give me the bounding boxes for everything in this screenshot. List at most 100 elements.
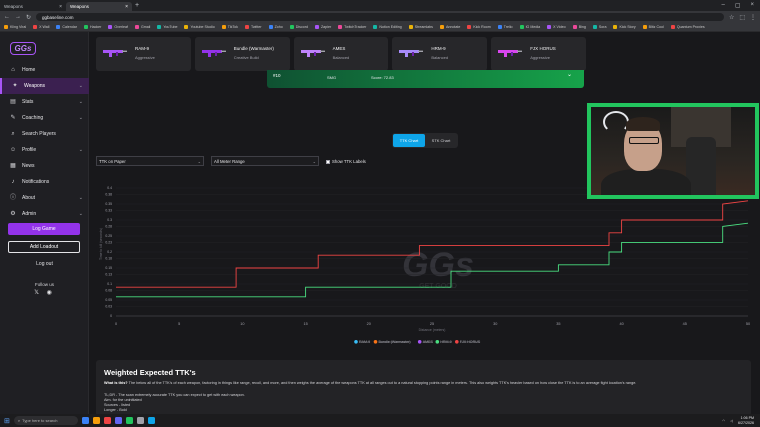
weapon-type: Aggressive bbox=[530, 55, 550, 60]
legend-swatch bbox=[435, 340, 440, 344]
x-tick-label: 10 bbox=[240, 322, 244, 326]
sidebar-item-stats[interactable]: ▤ Stats ⌄ bbox=[0, 94, 89, 110]
bookmark-item[interactable]: Bing bbox=[572, 25, 586, 29]
taskview-icon[interactable] bbox=[81, 417, 89, 424]
explorer-icon[interactable] bbox=[92, 417, 100, 424]
logout-link[interactable]: Log out bbox=[0, 261, 89, 267]
bookmark-item[interactable]: X Video bbox=[547, 25, 566, 29]
wifi-icon[interactable]: ◠ bbox=[722, 419, 725, 423]
weapon-card[interactable]: HRM-9 Balanced bbox=[392, 37, 488, 71]
chevron-down-icon: ⌄ bbox=[78, 147, 83, 153]
bookmark-item[interactable]: Streamlabs bbox=[408, 25, 433, 29]
taskbar-search[interactable]: ⌕ Type here to search bbox=[13, 416, 78, 425]
bookmark-item[interactable]: Youtube Studio bbox=[184, 25, 215, 29]
spotify-icon[interactable] bbox=[125, 417, 133, 424]
volume-icon[interactable]: ◁ bbox=[730, 419, 733, 423]
bookmark-item[interactable]: Overleaf bbox=[108, 25, 128, 29]
bookmark-label: Quantum Proxies bbox=[676, 25, 705, 29]
sidebar-item-about[interactable]: ⓘ About ⌄ bbox=[0, 190, 89, 206]
star-icon[interactable]: ☆ bbox=[729, 14, 734, 21]
bookmark-item[interactable]: Annotate bbox=[439, 25, 460, 29]
sidebar-item-weapons[interactable]: ✦ Weapons ⌄ bbox=[0, 78, 89, 94]
maximize-icon[interactable]: ▢ bbox=[735, 2, 741, 9]
bookmark-item[interactable]: Gmail bbox=[134, 25, 150, 29]
x-tick-label: 45 bbox=[683, 322, 687, 326]
bookmark-icon bbox=[314, 25, 319, 29]
extensions-icon[interactable]: ⬚ bbox=[739, 14, 745, 21]
bookmark-item[interactable]: Kick Story bbox=[613, 25, 636, 29]
bookmark-item[interactable]: Discord bbox=[289, 25, 308, 29]
range-select[interactable]: All Meter Range ⌄ bbox=[211, 156, 319, 166]
sidebar-item-home[interactable]: ⌂ Home bbox=[0, 62, 89, 78]
bookmark-item[interactable]: Trello bbox=[497, 25, 513, 29]
close-window-icon[interactable]: × bbox=[750, 2, 754, 9]
sidebar-item-coaching[interactable]: ✎ Coaching ⌄ bbox=[0, 110, 89, 126]
clock[interactable]: 1:06 PM 6/27/2026 bbox=[738, 416, 754, 425]
bookmark-item[interactable]: Twitter bbox=[244, 25, 262, 29]
reload-icon[interactable]: ↻ bbox=[26, 14, 31, 21]
weapon-card[interactable]: RAM-9 Aggressive bbox=[96, 37, 191, 71]
site-logo[interactable]: GGs bbox=[10, 42, 36, 55]
ttk-chart-tab[interactable]: TTK Chart bbox=[393, 134, 425, 147]
sidebar-item-admin[interactable]: ⚙ Admin ⌄ bbox=[0, 206, 89, 222]
bookmark-item[interactable]: X Wall bbox=[33, 25, 49, 29]
range-value: All Meter Range bbox=[214, 158, 245, 164]
bookmark-item[interactable]: Kick Room bbox=[467, 25, 491, 29]
bookmark-item[interactable]: IG Media bbox=[519, 25, 540, 29]
close-icon[interactable]: × bbox=[59, 4, 62, 10]
stk-chart-tab[interactable]: STK Chart bbox=[425, 134, 457, 147]
obs-icon[interactable] bbox=[136, 417, 144, 424]
weapon-card[interactable]: AMES Balanced bbox=[293, 37, 389, 71]
bookmark-item[interactable]: Hacker bbox=[83, 25, 101, 29]
weapon-icon: ✦ bbox=[12, 83, 18, 89]
log-game-button[interactable]: Log Game bbox=[8, 223, 80, 235]
weapon-card[interactable]: FJX HORUS Aggressive bbox=[491, 37, 586, 71]
sidebar-item-profile[interactable]: ☺ Profile ⌄ bbox=[0, 142, 89, 158]
menu-icon[interactable]: ⋮ bbox=[750, 14, 756, 21]
browser-tab[interactable]: Weapons × bbox=[0, 2, 66, 11]
windows-start-icon[interactable]: ⊞ bbox=[4, 417, 10, 425]
bookmark-item[interactable]: TikTok bbox=[221, 25, 238, 29]
chevron-down-icon[interactable]: ⌄ bbox=[567, 71, 572, 78]
ttk-type-select[interactable]: TTK on Paper ⌄ bbox=[96, 156, 204, 166]
chevron-down-icon: ⌄ bbox=[78, 115, 83, 121]
close-icon[interactable]: × bbox=[125, 4, 128, 10]
bookmark-item[interactable]: Zapier bbox=[314, 25, 331, 29]
discord-icon[interactable] bbox=[114, 417, 122, 424]
bookmark-item[interactable]: Notion Editing bbox=[373, 25, 402, 29]
bookmark-item[interactable]: Sora bbox=[592, 25, 606, 29]
app-icon[interactable] bbox=[147, 417, 155, 424]
forward-icon[interactable]: → bbox=[15, 14, 21, 20]
back-icon[interactable]: ← bbox=[4, 14, 10, 20]
sidebar-item-search-players[interactable]: ⌕ Search Players bbox=[0, 126, 89, 142]
weapon-name: AMES bbox=[332, 46, 346, 51]
bookmark-item[interactable]: YouTube bbox=[157, 25, 177, 29]
coaching-icon: ✎ bbox=[10, 115, 16, 121]
sidebar-item-label: Weapons bbox=[24, 83, 46, 89]
sidebar-item-news[interactable]: ▦ News bbox=[0, 158, 89, 174]
new-tab-icon[interactable]: + bbox=[135, 2, 139, 9]
social-icons[interactable]: 𝕏 ◉ bbox=[0, 289, 89, 296]
chrome-icon[interactable] bbox=[103, 417, 111, 424]
ttk-type-value: TTK on Paper bbox=[99, 158, 126, 164]
bookmark-item[interactable]: Calendar bbox=[56, 25, 77, 29]
bookmark-item[interactable]: Blitz Cool bbox=[642, 25, 664, 29]
sidebar-item-notifications[interactable]: ♪ Notifications bbox=[0, 174, 89, 190]
checkbox-label: Show TTK Labels bbox=[332, 159, 366, 164]
sidebar-item-label: Home bbox=[22, 67, 36, 73]
y-tick-label: 0.05 bbox=[105, 298, 112, 302]
add-loadout-button[interactable]: Add Loadout bbox=[8, 241, 80, 253]
minimize-icon[interactable]: – bbox=[721, 2, 724, 9]
bookmark-item[interactable]: Kling Viral bbox=[4, 25, 26, 29]
legend-label: Bundle (Warmaster) bbox=[379, 340, 411, 344]
weapon-card[interactable]: Bundle (Warmaster) Creative Build bbox=[194, 37, 290, 71]
url-field[interactable]: ggbaseline.com bbox=[36, 13, 724, 21]
bookmark-item[interactable]: TwitchTracker bbox=[338, 25, 366, 29]
show-ttk-labels-checkbox[interactable]: Show TTK Labels bbox=[326, 159, 366, 164]
browser-tab-active[interactable]: Weapons × bbox=[66, 2, 132, 11]
bookmark-item[interactable]: Zoho bbox=[268, 25, 283, 29]
selected-weapon-row[interactable]: #10 SMG Score: 72.83 ⌄ bbox=[267, 70, 584, 88]
bookmark-label: Streamlabs bbox=[414, 25, 433, 29]
bookmark-item[interactable]: Quantum Proxies bbox=[670, 25, 705, 29]
checkbox-icon[interactable] bbox=[326, 159, 330, 164]
